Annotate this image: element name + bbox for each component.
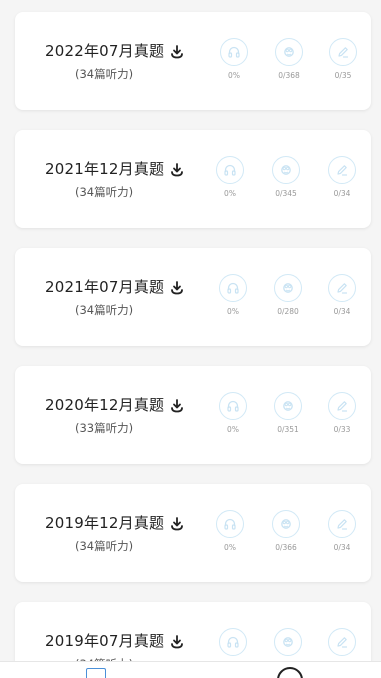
paper-title: 2020年12月真题 bbox=[45, 396, 165, 414]
listen-stat[interactable]: 0% bbox=[205, 510, 255, 552]
exercises-stat[interactable]: 0/35 bbox=[318, 38, 368, 80]
paper-card[interactable]: 2022年07月真题 (34篇听力) 0% 0/368 0/35 bbox=[15, 12, 371, 110]
headphones-icon bbox=[219, 392, 247, 420]
listen-stat[interactable]: 0% bbox=[208, 274, 258, 316]
paper-title-row: 2021年12月真题 bbox=[45, 158, 184, 179]
words-progress: 0/345 bbox=[275, 189, 297, 198]
words-stat[interactable]: 0/368 bbox=[264, 38, 314, 80]
download-icon[interactable] bbox=[170, 44, 184, 58]
headphones-icon bbox=[220, 38, 248, 66]
paper-title-row: 2019年07月真题 bbox=[45, 630, 184, 651]
vocabulary-icon bbox=[275, 38, 303, 66]
exercises-progress: 0/33 bbox=[333, 425, 351, 434]
exercises-progress: 0/35 bbox=[334, 71, 352, 80]
vocabulary-icon bbox=[274, 274, 302, 302]
headphones-icon bbox=[219, 628, 247, 656]
listen-stat[interactable]: 0% bbox=[208, 392, 258, 434]
vocabulary-icon bbox=[272, 510, 300, 538]
words-progress: 0/351 bbox=[277, 425, 299, 434]
exercises-stat[interactable]: 0/34 bbox=[317, 510, 367, 552]
download-icon[interactable] bbox=[170, 398, 184, 412]
listen-progress: 0% bbox=[227, 425, 239, 434]
paper-subtitle: (34篇听力) bbox=[75, 303, 134, 317]
pencil-icon bbox=[328, 510, 356, 538]
download-icon[interactable] bbox=[170, 280, 184, 294]
paper-title: 2021年07月真题 bbox=[45, 278, 165, 296]
vocabulary-icon bbox=[274, 392, 302, 420]
download-icon[interactable] bbox=[170, 516, 184, 530]
paper-card[interactable]: 2021年12月真题 (34篇听力) 0% 0/345 0/34 bbox=[15, 130, 371, 228]
listen-progress: 0% bbox=[224, 189, 236, 198]
words-progress: 0/368 bbox=[278, 71, 300, 80]
bottom-tab-bar bbox=[0, 661, 381, 678]
listen-progress: 0% bbox=[228, 71, 240, 80]
paper-subtitle: (34篇听力) bbox=[75, 539, 134, 553]
exercises-stat[interactable]: 0/34 bbox=[317, 274, 367, 316]
words-stat[interactable]: 0/366 bbox=[261, 510, 311, 552]
paper-card[interactable]: 2019年12月真题 (34篇听力) 0% 0/366 0/34 bbox=[15, 484, 371, 582]
words-progress: 0/280 bbox=[277, 307, 299, 316]
paper-card[interactable]: 2021年07月真题 (34篇听力) 0% 0/280 0/34 bbox=[15, 248, 371, 346]
exercises-progress: 0/34 bbox=[333, 543, 351, 552]
words-stat[interactable] bbox=[263, 628, 313, 661]
vocabulary-icon bbox=[274, 628, 302, 656]
profile-tab-icon[interactable] bbox=[277, 667, 303, 678]
exercises-progress: 0/34 bbox=[333, 307, 351, 316]
exercises-stat[interactable] bbox=[317, 628, 367, 661]
paper-subtitle: (33篇听力) bbox=[75, 421, 134, 435]
listen-stat[interactable]: 0% bbox=[209, 38, 259, 80]
paper-subtitle: (34篇听力) bbox=[75, 185, 134, 199]
headphones-icon bbox=[216, 156, 244, 184]
words-stat[interactable]: 0/280 bbox=[263, 274, 313, 316]
paper-title: 2019年12月真题 bbox=[45, 514, 165, 532]
paper-card[interactable]: 2020年12月真题 (33篇听力) 0% 0/351 0/33 bbox=[15, 366, 371, 464]
words-stat[interactable]: 0/345 bbox=[261, 156, 311, 198]
download-icon[interactable] bbox=[170, 634, 184, 648]
pencil-icon bbox=[329, 38, 357, 66]
paper-title: 2022年07月真题 bbox=[45, 42, 165, 60]
paper-subtitle: (34篇听力) bbox=[75, 67, 134, 81]
headphones-icon bbox=[219, 274, 247, 302]
exam-list-screen: 2022年07月真题 (34篇听力) 0% 0/368 0/35 2021年12… bbox=[0, 0, 381, 678]
headphones-icon bbox=[216, 510, 244, 538]
pencil-icon bbox=[328, 628, 356, 656]
paper-title-row: 2022年07月真题 bbox=[45, 40, 184, 61]
exercises-stat[interactable]: 0/34 bbox=[317, 156, 367, 198]
words-progress: 0/366 bbox=[275, 543, 297, 552]
exercises-stat[interactable]: 0/33 bbox=[317, 392, 367, 434]
pencil-icon bbox=[328, 274, 356, 302]
listen-stat[interactable] bbox=[208, 628, 258, 661]
paper-title: 2019年07月真题 bbox=[45, 632, 165, 650]
pencil-icon bbox=[328, 156, 356, 184]
vocabulary-icon bbox=[272, 156, 300, 184]
pencil-icon bbox=[328, 392, 356, 420]
paper-title-row: 2020年12月真题 bbox=[45, 394, 184, 415]
listen-progress: 0% bbox=[224, 543, 236, 552]
download-icon[interactable] bbox=[170, 162, 184, 176]
exercises-progress: 0/34 bbox=[333, 189, 351, 198]
listen-progress: 0% bbox=[227, 307, 239, 316]
papers-tab-icon[interactable] bbox=[86, 668, 106, 678]
paper-title: 2021年12月真题 bbox=[45, 160, 165, 178]
paper-title-row: 2021年07月真题 bbox=[45, 276, 184, 297]
words-stat[interactable]: 0/351 bbox=[263, 392, 313, 434]
listen-stat[interactable]: 0% bbox=[205, 156, 255, 198]
paper-title-row: 2019年12月真题 bbox=[45, 512, 184, 533]
